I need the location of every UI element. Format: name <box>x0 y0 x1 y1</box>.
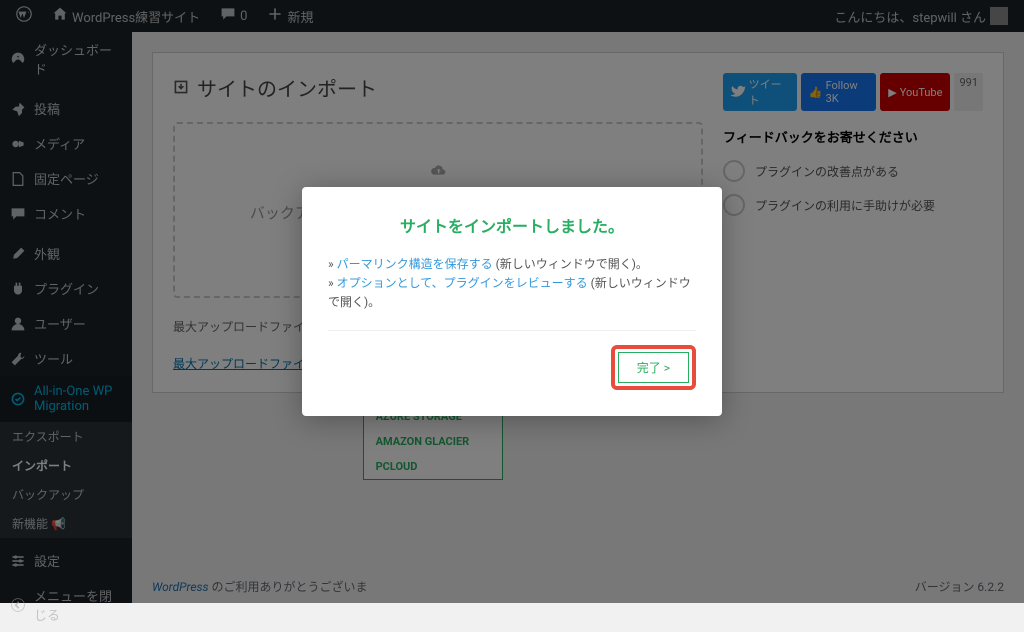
permalink-save-link[interactable]: パーマリンク構造を保存する <box>337 257 493 271</box>
modal-line-1: » パーマリンク構造を保存する (新しいウィンドウで開く)。 <box>328 255 696 274</box>
modal-body: » パーマリンク構造を保存する (新しいウィンドウで開く)。 » オプションとし… <box>328 255 696 313</box>
review-plugin-link[interactable]: オプションとして、プラグインをレビューする <box>337 276 588 290</box>
done-button-highlight: 完了 > <box>611 345 696 390</box>
modal-overlay: サイトをインポートしました。 » パーマリンク構造を保存する (新しいウィンドウ… <box>0 0 1024 603</box>
import-success-modal: サイトをインポートしました。 » パーマリンク構造を保存する (新しいウィンドウ… <box>302 187 722 417</box>
done-button[interactable]: 完了 > <box>618 352 689 383</box>
modal-footer: 完了 > <box>328 345 696 390</box>
modal-line-2: » オプションとして、プラグインをレビューする (新しいウィンドウで開く)。 <box>328 274 696 312</box>
modal-title: サイトをインポートしました。 <box>328 213 696 237</box>
modal-divider <box>328 330 696 331</box>
